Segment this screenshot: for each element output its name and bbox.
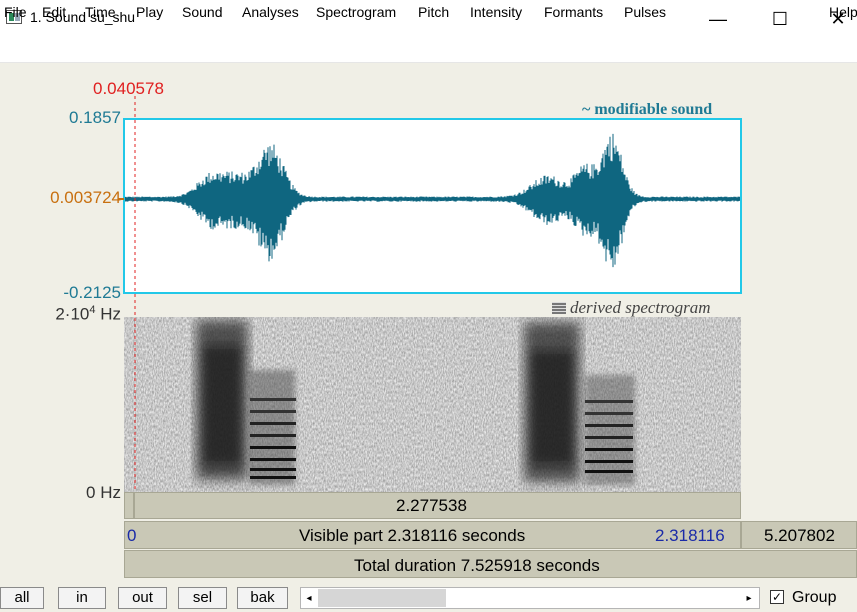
remaining-value: 5.207802 [764, 526, 835, 545]
menu-time[interactable]: Time [85, 4, 116, 20]
group-label: Group [792, 589, 837, 606]
maximize-icon: ☐ [771, 8, 789, 29]
group-checkbox[interactable]: ✓ [770, 590, 784, 604]
sound-view[interactable] [0, 62, 857, 492]
visible-end-value: 2.318116 [655, 526, 725, 545]
total-duration-text: Total duration 7.525918 seconds [354, 556, 600, 575]
menu-help[interactable]: Help [829, 4, 857, 20]
waveform-label: ~ modifiable sound [582, 101, 713, 118]
zoom-out-button[interactable]: out [118, 587, 167, 609]
menu-spectrogram[interactable]: Spectrogram [316, 4, 396, 20]
maximize-button[interactable]: ☐ [757, 0, 803, 38]
minimize-button[interactable]: — [695, 0, 741, 38]
cursor-bar-left[interactable] [124, 492, 134, 519]
menu-play[interactable]: Play [136, 4, 163, 20]
spectrogram-icon [552, 302, 566, 314]
menu-pitch[interactable]: Pitch [418, 4, 449, 20]
menu-formants[interactable]: Formants [544, 4, 603, 20]
visible-part-text: Visible part 2.318116 seconds [299, 526, 526, 545]
visible-start-value: 0 [127, 526, 137, 545]
menu-sound[interactable]: Sound [182, 4, 222, 20]
scroll-right-icon[interactable]: ▸ [742, 589, 756, 607]
spectrogram-panel[interactable] [124, 317, 741, 492]
menu-file[interactable]: File [4, 4, 27, 20]
scroll-left-icon[interactable]: ◂ [302, 589, 316, 607]
menu-bar [0, 38, 857, 63]
zoom-back-button[interactable]: bak [237, 587, 288, 609]
minimize-icon: — [709, 8, 727, 29]
zoom-to-selection-button[interactable]: sel [178, 587, 227, 609]
menu-pulses[interactable]: Pulses [624, 4, 666, 20]
menu-analyses[interactable]: Analyses [242, 4, 299, 20]
menu-intensity[interactable]: Intensity [470, 4, 522, 20]
zoom-in-button[interactable]: in [58, 587, 106, 609]
show-all-button[interactable]: all [0, 587, 44, 609]
scrollbar-thumb[interactable] [318, 589, 446, 607]
menu-edit[interactable]: Edit [42, 4, 66, 20]
spectrogram-label: derived spectrogram [570, 298, 711, 317]
cursor-time-value: 2.277538 [396, 496, 467, 515]
